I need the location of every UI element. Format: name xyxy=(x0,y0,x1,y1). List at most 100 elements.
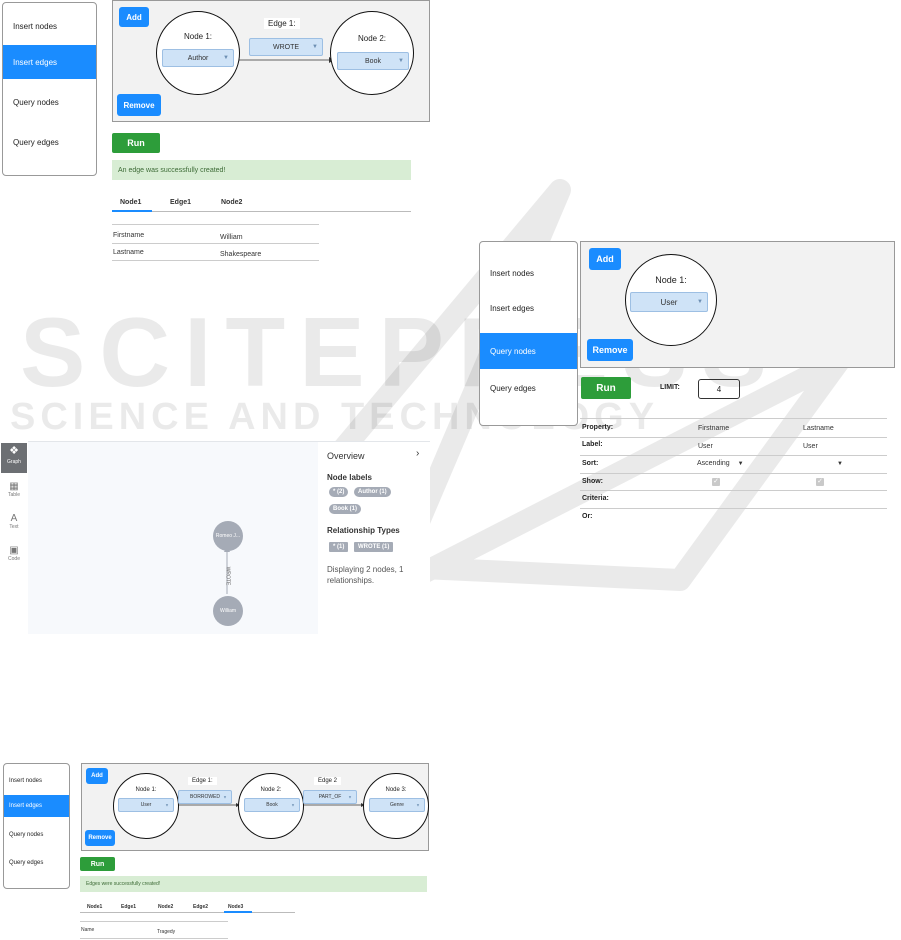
criteria-row-label: Criteria: xyxy=(582,495,609,502)
show-checkbox-col1[interactable]: ✓ xyxy=(712,478,720,486)
sidebar-item-insert-nodes[interactable]: Insert nodes xyxy=(480,255,577,291)
label-col1: User xyxy=(698,443,713,450)
success-alert: Edges were successfully created! xyxy=(80,876,427,892)
node3-value: Genre xyxy=(390,802,404,808)
node1-select[interactable]: User ▼ xyxy=(118,798,174,812)
edge1-select[interactable]: BORROWED ▼ xyxy=(178,790,232,804)
tab-edge2[interactable]: Edge2 xyxy=(193,904,208,910)
node3-select[interactable]: Genre ▼ xyxy=(369,798,425,812)
query-row-line xyxy=(580,490,887,491)
table-view-button[interactable]: ▦ Table xyxy=(0,481,28,498)
table-top-line xyxy=(80,921,228,922)
node-circle-1: Node 1: User ▼ xyxy=(625,254,717,346)
show-row-label: Show: xyxy=(582,478,603,485)
overview-title: Overview xyxy=(327,451,365,461)
code-view-label: Code xyxy=(8,556,20,562)
edge2-select[interactable]: PART_OF ▼ xyxy=(303,790,357,804)
graph-canvas[interactable]: WROTE Romeo J... William xyxy=(28,441,318,634)
query-row-line xyxy=(580,473,887,474)
sidebar-item-insert-nodes[interactable]: Insert nodes xyxy=(4,770,69,792)
table-row-line xyxy=(80,938,228,939)
label-row-label: Label: xyxy=(582,441,603,448)
table-view-label: Table xyxy=(8,492,20,498)
node2-value: Book xyxy=(266,802,278,808)
node1-title: Node 1: xyxy=(135,787,157,793)
sidebar-item-query-nodes[interactable]: Query nodes xyxy=(4,824,69,846)
tab-divider xyxy=(80,912,295,913)
text-view-button[interactable]: A Text xyxy=(0,513,28,530)
query-canvas: Add Remove Node 1: User ▼ xyxy=(580,241,895,368)
sidebar-item-query-edges[interactable]: Query edges xyxy=(4,852,69,874)
limit-label: LIMIT: xyxy=(660,384,680,391)
sort-row-label: Sort: xyxy=(582,460,599,467)
node-circle-1: Node 1: User ▼ xyxy=(113,773,179,839)
chevron-down-icon: ▼ xyxy=(697,299,703,305)
query-row-line xyxy=(580,508,887,509)
display-summary: Displaying 2 nodes, 1 relationships. xyxy=(327,565,404,585)
node-circle-3: Node 3: Genre ▼ xyxy=(363,773,429,839)
property-value: Tragedy xyxy=(157,929,176,935)
graph-node-book[interactable]: Romeo J... xyxy=(213,521,243,551)
chevron-down-icon: ▼ xyxy=(416,802,420,808)
sort-select-col1[interactable]: Ascending ▼ xyxy=(697,460,744,467)
tab-node2[interactable]: Node2 xyxy=(158,904,173,910)
label-pill-book[interactable]: Book (1) xyxy=(329,504,361,514)
node1-value: User xyxy=(140,802,152,808)
sidebar-item-query-edges[interactable]: Query edges xyxy=(480,370,577,406)
node2-select[interactable]: Book ▼ xyxy=(244,798,300,812)
chevron-down-icon: ▼ xyxy=(223,794,227,800)
sidebar-item-insert-edges[interactable]: Insert edges xyxy=(480,290,577,326)
graph-icon: ❖ xyxy=(9,445,19,457)
limit-input[interactable]: 4 xyxy=(698,379,740,399)
property-key: Name xyxy=(81,927,95,933)
edge2-value: PART_OF xyxy=(318,794,342,800)
code-icon: ▣ xyxy=(9,545,19,556)
sort-select-col2[interactable]: ▼ xyxy=(837,460,843,467)
edge2-title: Edge 2 xyxy=(314,777,342,785)
label-pill-author[interactable]: Author (1) xyxy=(354,487,391,497)
text-view-label: Text xyxy=(9,524,19,530)
run-button[interactable]: Run xyxy=(581,377,631,399)
code-view-button[interactable]: ▣ Code xyxy=(0,545,28,562)
tab-node3[interactable]: Node3 xyxy=(228,904,243,910)
sidebar-panel2: Insert nodes Insert edges Query nodes Qu… xyxy=(479,241,578,426)
node1-select[interactable]: User ▼ xyxy=(630,292,708,312)
edge1-value: BORROWED xyxy=(190,794,220,800)
node3-title: Node 3: xyxy=(385,787,407,793)
sidebar-item-insert-edges[interactable]: Insert edges xyxy=(4,795,69,817)
property-row-label: Property: xyxy=(582,424,614,431)
graph-node-author[interactable]: William xyxy=(213,596,243,626)
chevron-right-icon[interactable]: › xyxy=(416,448,419,459)
or-row-label: Or: xyxy=(582,513,593,520)
property-col1: Firstname xyxy=(698,425,730,432)
query-table-top xyxy=(580,418,887,419)
sidebar-item-query-nodes[interactable]: Query nodes xyxy=(480,333,577,369)
edge1-title: Edge 1: xyxy=(188,777,217,785)
tab-node1[interactable]: Node1 xyxy=(87,904,102,910)
label-col2: User xyxy=(803,443,818,450)
relationship-line xyxy=(224,546,230,594)
chevron-down-icon: ▼ xyxy=(291,802,295,808)
add-button[interactable]: Add xyxy=(589,248,621,270)
query-row-line xyxy=(580,455,887,456)
label-pill-all[interactable]: * (2) xyxy=(329,487,349,497)
run-button[interactable]: Run xyxy=(80,857,115,871)
show-checkbox-col2[interactable]: ✓ xyxy=(816,478,824,486)
overview-panel: Overview › Node labels * (2) Author (1) … xyxy=(318,441,430,634)
caret-down-icon: ▼ xyxy=(737,461,744,467)
chevron-down-icon: ▼ xyxy=(165,802,169,808)
tab-edge1[interactable]: Edge1 xyxy=(121,904,136,910)
node2-title: Node 2: xyxy=(260,787,282,793)
caret-down-icon: ▼ xyxy=(837,461,843,467)
text-icon: A xyxy=(10,513,18,524)
rel-pill-all[interactable]: * (1) xyxy=(329,542,349,552)
graph-view-button[interactable]: ❖ Graph xyxy=(1,443,27,473)
node1-value: User xyxy=(660,297,678,307)
rel-pill-wrote[interactable]: WROTE (1) xyxy=(354,542,394,552)
node1-title: Node 1: xyxy=(655,275,687,285)
property-col2: Lastname xyxy=(803,425,834,432)
relationship-types-heading: Relationship Types xyxy=(327,526,400,535)
remove-button[interactable]: Remove xyxy=(587,339,633,361)
sidebar-panel3: Insert nodes Insert edges Query nodes Qu… xyxy=(3,763,70,889)
sort-value: Ascending xyxy=(697,460,730,467)
